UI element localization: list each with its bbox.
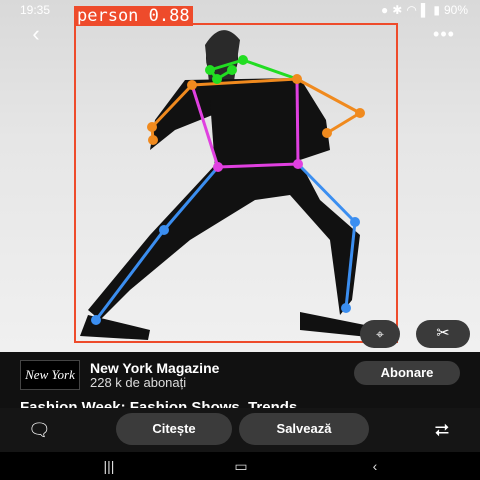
publisher-subscribers: 228 k de abonați — [90, 375, 187, 390]
keypoint — [148, 135, 158, 145]
nav-back-icon[interactable]: ‹ — [360, 456, 390, 476]
battery-level: 90% — [443, 3, 468, 17]
status-bar: 19:35 ● ✱ ◠ ▌ ▮ 90% — [0, 0, 480, 20]
scissors-icon[interactable]: ✂ — [416, 320, 470, 348]
torso-line — [295, 78, 300, 165]
pose-overlay — [74, 23, 398, 343]
keypoint — [293, 159, 303, 169]
keypoint — [187, 80, 197, 90]
keypoint — [159, 225, 169, 235]
keypoint — [147, 122, 157, 132]
keypoint — [213, 162, 223, 172]
keypoint — [212, 74, 222, 84]
read-button[interactable]: Citește — [116, 413, 232, 445]
subscribe-button[interactable]: Abonare — [354, 361, 460, 385]
visual-search-icon[interactable]: ⌖ — [360, 320, 400, 348]
keypoint — [205, 65, 215, 75]
share-icon[interactable]: ⮂ — [430, 418, 454, 442]
dnd-icon: ● — [381, 3, 389, 17]
keypoint — [355, 108, 365, 118]
keypoint — [322, 128, 332, 138]
leg-line — [94, 229, 166, 321]
more-dots-icon[interactable]: ••• — [432, 22, 456, 46]
publisher-name[interactable]: New York Magazine — [90, 360, 219, 376]
signal-icon: ▌ — [420, 3, 430, 17]
battery-icon: ▮ — [433, 3, 440, 17]
keypoint — [341, 303, 351, 313]
save-button[interactable]: Salvează — [239, 413, 369, 445]
home-icon[interactable]: ▭ — [226, 456, 256, 476]
status-time: 19:35 — [20, 3, 51, 17]
status-indicators: ● ✱ ◠ ▌ ▮ 90% — [381, 3, 468, 17]
keypoint — [91, 315, 101, 325]
keypoint — [227, 65, 237, 75]
comment-icon[interactable]: 🗨 — [28, 420, 51, 440]
publisher-logo[interactable]: New York — [20, 360, 80, 390]
photo-viewer[interactable]: person 0.88 ‹ ••• ⌖ ✂ — [0, 0, 480, 352]
face-line — [242, 58, 298, 81]
arm-line — [326, 111, 361, 135]
model-figure — [80, 30, 380, 340]
keypoint — [238, 55, 248, 65]
bluetooth-icon: ✱ — [392, 3, 403, 17]
keypoint — [292, 74, 302, 84]
back-arrow-icon[interactable]: ‹ — [24, 22, 48, 46]
keypoint — [350, 217, 360, 227]
recents-icon[interactable]: ||| — [94, 456, 124, 476]
wifi-icon: ◠ — [406, 3, 417, 17]
